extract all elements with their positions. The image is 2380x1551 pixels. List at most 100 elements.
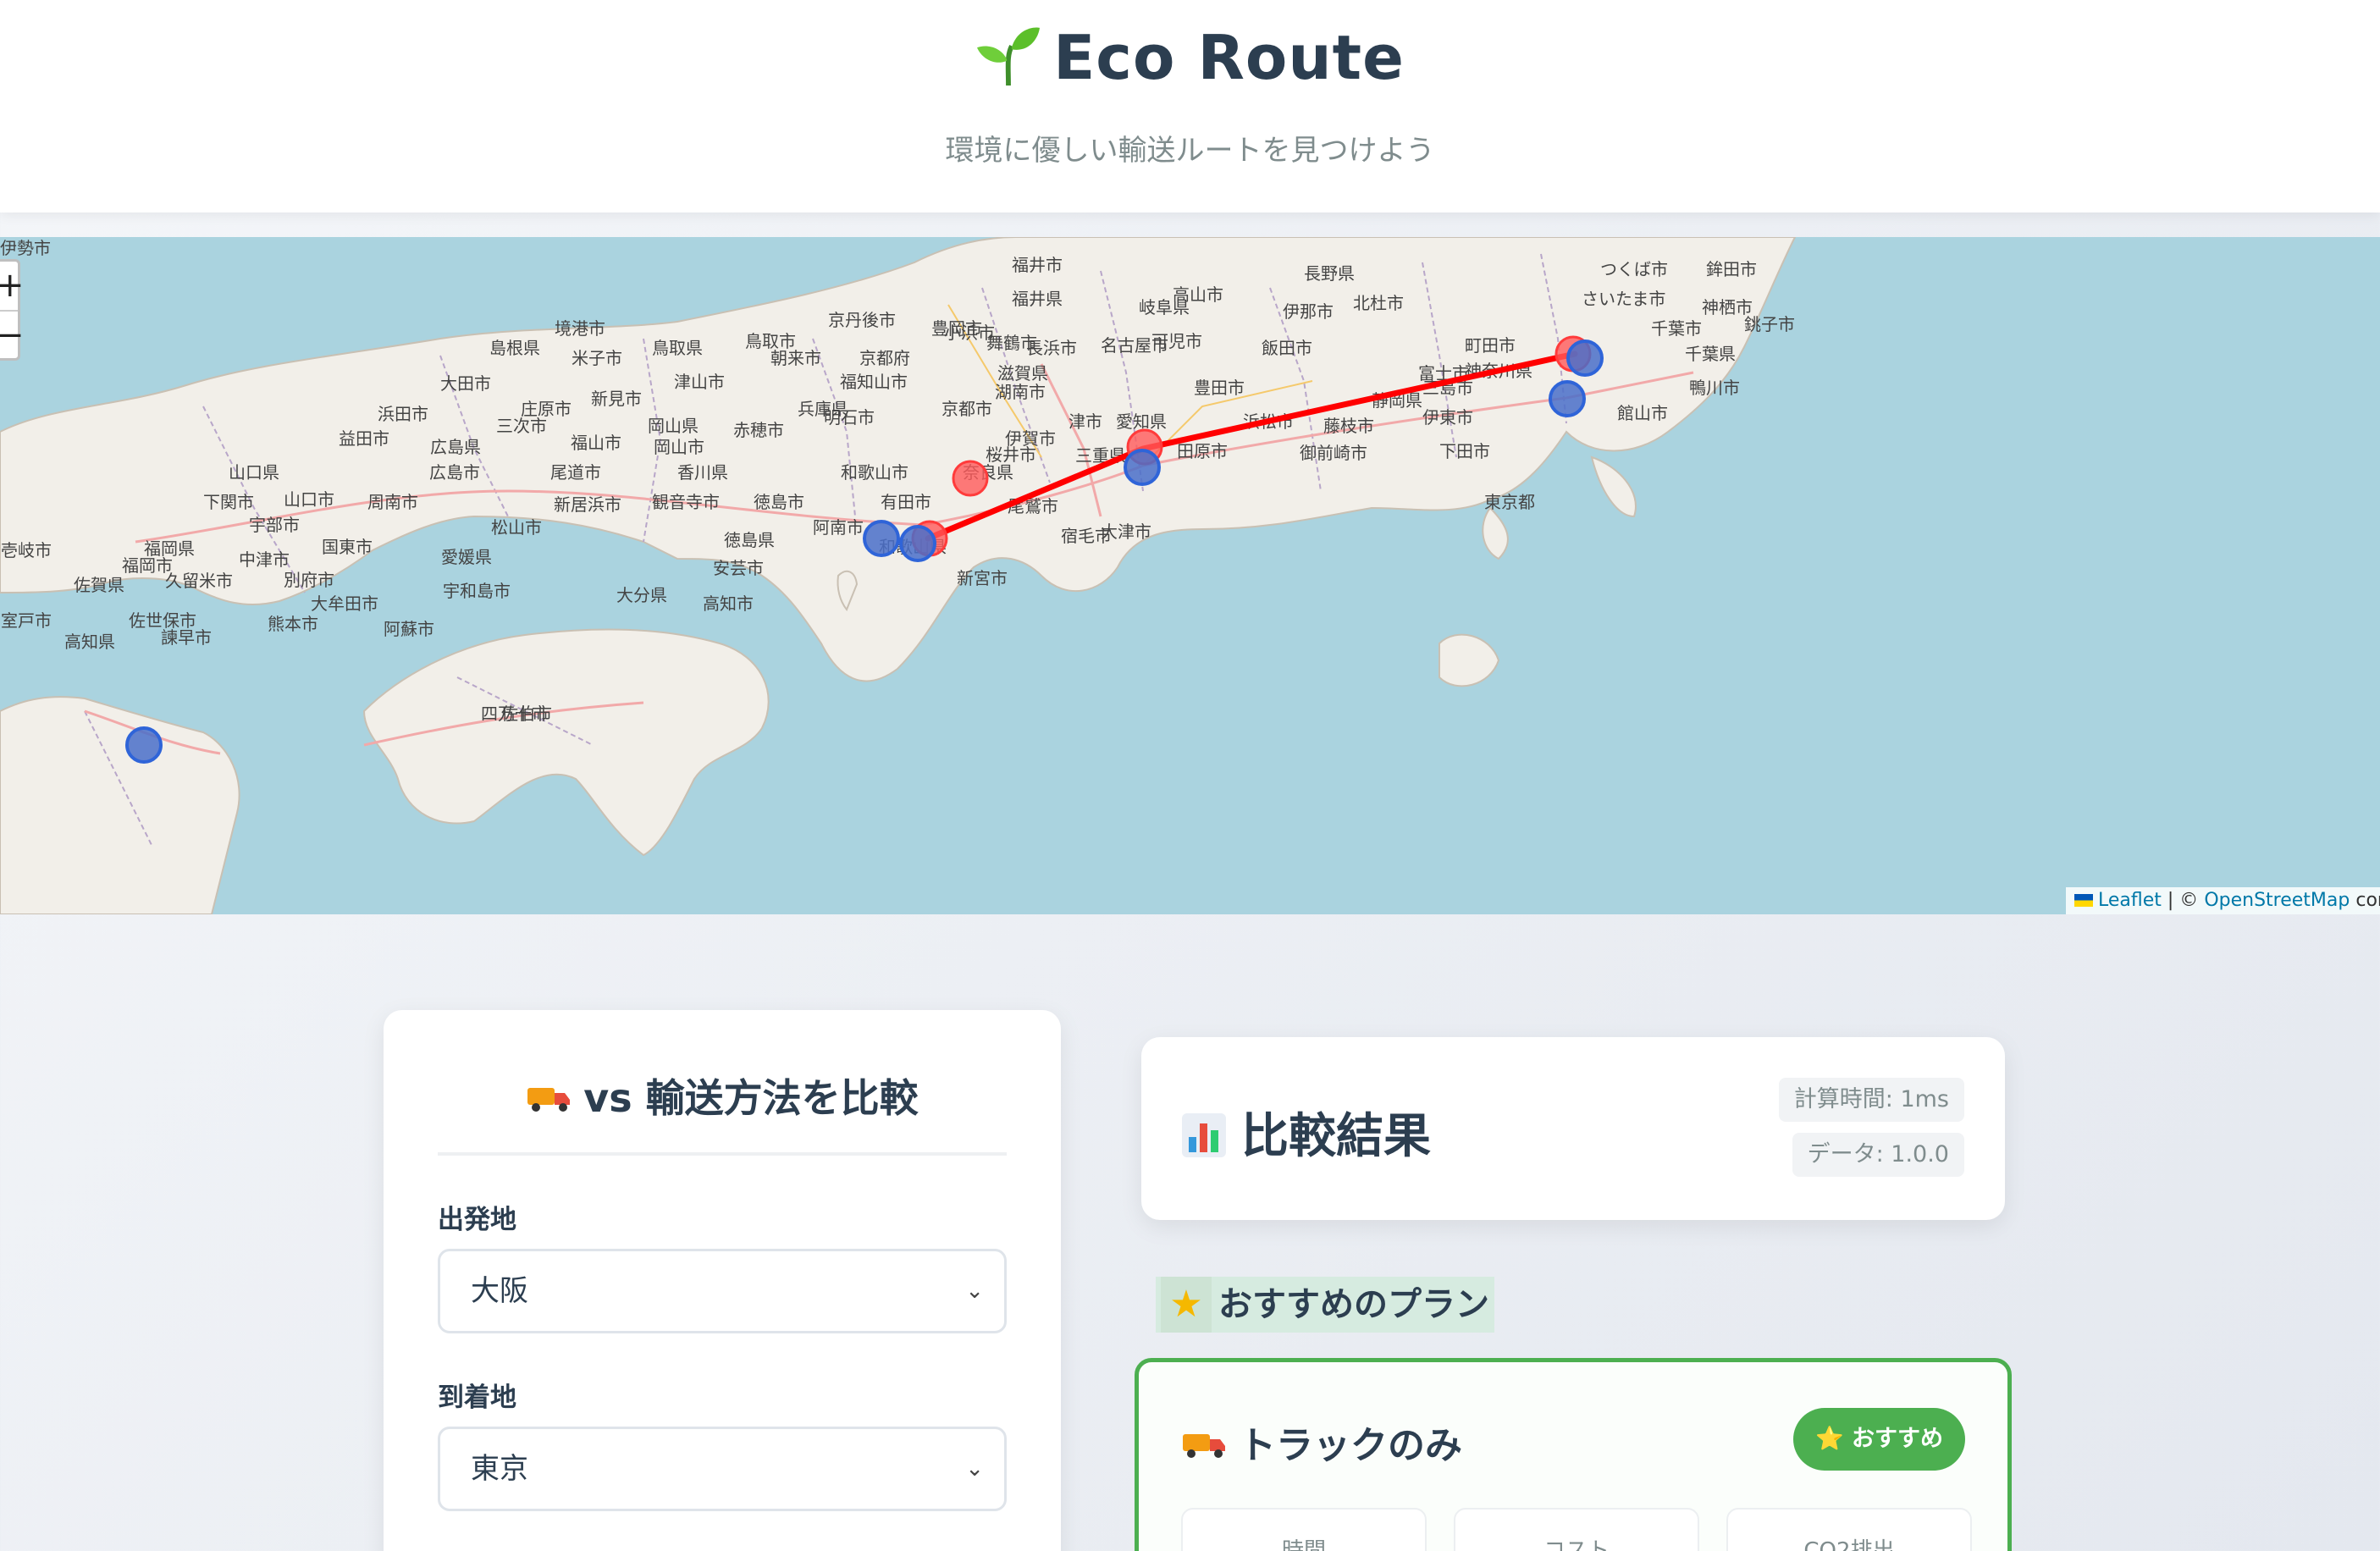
destination-label: 到着地 (438, 1383, 516, 1413)
osm-link[interactable]: OpenStreetMap (2204, 890, 2350, 911)
map-place-label: 浜田市 (378, 405, 428, 424)
map-place-label: 赤穂市 (733, 421, 784, 440)
map-place-label: 東京都 (1484, 493, 1535, 512)
compare-form-title: vs 輸送方法を比較 (384, 1068, 1061, 1123)
map-place-label: 鳥取市 (745, 332, 796, 351)
map-place-label: 周南市 (367, 493, 418, 512)
map-place-label: 四万十市 (481, 704, 549, 724)
route-map[interactable]: 福井市 高山市 長野県 つくば市 鉾田市 神栖市 福井県 岐阜県 北杜市 伊那市 さいたま市 千葉市銚… (0, 237, 2380, 914)
port-marker-blue (1549, 380, 1586, 417)
recommended-plan-card[interactable]: トラックのみ ⭐ おすすめ 時間 コスト CO2排出 (1135, 1358, 2012, 1551)
map-place-label: 佐世保市 (129, 611, 196, 631)
map-place-label: 高知市 (703, 594, 754, 614)
map-place-label: 岡山県 (648, 417, 699, 436)
map-place-label: 尾道市 (550, 463, 601, 483)
map-place-label: 熊本市 (268, 615, 318, 634)
map-canvas[interactable]: 福井市高山市長野県 つくば市 鉾田市神栖市福井県 岐阜県 北杜市伊那市さいたま市千葉市銚… (0, 237, 2380, 914)
map-place-label: 小浜市 (944, 323, 995, 343)
map-place-label: 宇部市 (249, 516, 300, 535)
map-place-label: 桜井市 (986, 445, 1036, 465)
map-place-label: 松山市 (491, 518, 542, 538)
map-place-label: 京丹後市 (828, 311, 896, 330)
map-place-label: 鉾田市 (1706, 260, 1757, 279)
zoom-in-button[interactable]: + (0, 262, 25, 310)
map-place-label: 明石市 (824, 408, 875, 428)
sprout-icon (977, 27, 1041, 86)
port-marker-blue (863, 520, 900, 557)
map-place-label: 香川県 (677, 463, 728, 483)
map-place-label: 別府市 (284, 571, 334, 590)
map-place-label: 名古屋市 (1101, 336, 1168, 356)
app-header: Eco Route 環境に優しい輸送ルートを見つけよう (0, 0, 2380, 213)
map-place-label: 大分県 (616, 586, 667, 605)
port-marker-blue (125, 726, 163, 764)
map-place-label: 朝来市 (770, 349, 821, 368)
results-header-card: 比較結果 計算時間: 1ms データ: 1.0.0 (1141, 1037, 2005, 1220)
map-place-label: 境港市 (555, 319, 605, 339)
map-attribution: Leaflet | © OpenStreetMap con (2066, 887, 2380, 914)
map-place-label: 鳥取県 (652, 339, 703, 358)
origin-select[interactable]: 大阪 ⌄ (438, 1249, 1007, 1333)
port-marker-blue (1124, 449, 1161, 486)
map-place-label: 津市 (1069, 412, 1102, 432)
map-place-label: 阿南市 (813, 518, 864, 538)
map-place-label: 米子市 (572, 349, 622, 368)
data-version-chip: データ: 1.0.0 (1792, 1133, 1964, 1177)
map-place-label: 長野県 (1304, 265, 1355, 284)
destination-select-value: 東京 (471, 1452, 528, 1486)
recommendation-heading: ★ おすすめのプラン (1156, 1277, 1494, 1333)
map-place-label: 国東市 (322, 538, 373, 557)
chevron-down-icon: ⌄ (965, 1278, 984, 1304)
zoom-out-button[interactable]: − (0, 310, 25, 358)
map-place-label: 久留米市 (165, 571, 233, 591)
map-place-label: 岡山市 (654, 438, 704, 457)
map-place-label: 福知山市 (840, 373, 908, 392)
map-place-label: つくば市 (1600, 260, 1668, 279)
map-place-label: 飯田市 (1262, 339, 1312, 358)
map-place-label: 山口県 (229, 463, 279, 483)
map-place-label: 益田市 (339, 429, 389, 449)
map-place-label: 島根県 (489, 339, 540, 358)
destination-select[interactable]: 東京 ⌄ (438, 1427, 1007, 1511)
map-place-label: 諫早市 (161, 628, 212, 648)
map-place-label: 千葉県 (1685, 345, 1736, 364)
app-title-text: Eco Route (1053, 22, 1405, 93)
port-marker-blue (1566, 339, 1604, 377)
port-marker-blue (899, 525, 936, 562)
map-place-label: 町田市 (1465, 336, 1516, 356)
map-place-label: 下田市 (1439, 442, 1490, 461)
map-place-label: 館山市 (1617, 404, 1668, 423)
map-place-label: 京都府 (859, 349, 910, 368)
route-marker-red (952, 460, 989, 497)
map-place-label: 愛媛県 (441, 548, 492, 567)
map-place-label: 広島県 (430, 438, 481, 457)
chevron-down-icon: ⌄ (965, 1456, 984, 1482)
map-place-label: 庄原市 (521, 400, 572, 419)
origin-label: 出発地 (438, 1205, 516, 1235)
map-place-label: 伊東市 (1422, 408, 1473, 428)
compare-form-card: vs 輸送方法を比較 出発地 大阪 ⌄ 到着地 東京 ⌄ (384, 1010, 1061, 1551)
map-place-label: 徳島県 (724, 531, 775, 550)
map-place-label: 山口市 (284, 490, 334, 510)
map-place-label: 和歌山市 (841, 463, 908, 483)
map-place-label: 三次市 (496, 417, 547, 436)
map-place-label: 伊那市 (1283, 302, 1334, 322)
leaflet-link[interactable]: Leaflet (2098, 890, 2162, 911)
map-place-label: 下関市 (203, 493, 254, 512)
star-icon: ★ (1161, 1277, 1212, 1333)
plan-title: トラックのみ (1181, 1415, 1462, 1469)
results-title: 比較結果 (1182, 1098, 1431, 1167)
map-place-label: 室戸市 (1, 611, 52, 631)
app-title: Eco Route (0, 22, 2380, 93)
map-place-label: 長浜市 (1026, 339, 1077, 358)
zoom-control: + − (0, 259, 25, 361)
divider (438, 1152, 1007, 1156)
map-place-label: 新宮市 (957, 569, 1008, 588)
map-place-label: 壱岐市 (1, 541, 52, 560)
map-place-label: 中津市 (239, 550, 290, 570)
map-place-label: 大津市 (1101, 522, 1151, 542)
map-place-label: 徳島市 (754, 493, 804, 512)
stat-cost: コスト (1454, 1508, 1699, 1551)
map-place-label: 津山市 (674, 373, 725, 392)
map-place-label: 広島市 (429, 463, 480, 483)
